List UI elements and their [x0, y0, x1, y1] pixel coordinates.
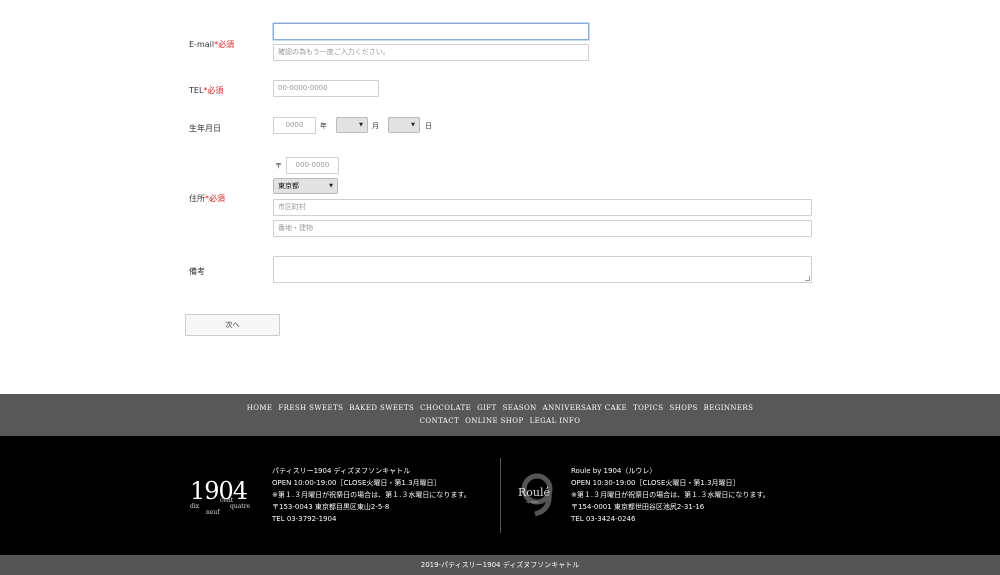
- shop2-info: Roule by 1904（ルウレ） OPEN 10:30-19:00［CLOS…: [571, 467, 770, 523]
- footer-shops: 1904 dix neuf cent quatre パティスリー1904 ディズ…: [0, 436, 1000, 555]
- footer-nav-link-beginners[interactable]: BEGINNERS: [704, 404, 754, 412]
- footer-nav-link-shops[interactable]: SHOPS: [670, 404, 698, 412]
- year-unit: 年: [320, 122, 327, 130]
- footer-nav: HOME FRESH SWEETS BAKED SWEETS CHOCOLATE GIF…: [0, 394, 1000, 436]
- chevron-down-icon: ▼: [411, 122, 415, 128]
- footer-nav-link-season[interactable]: SEASON: [503, 404, 537, 412]
- email-label: E-mail*必須: [189, 40, 235, 49]
- birth-year-input[interactable]: 0000: [273, 117, 316, 134]
- birth-month-select[interactable]: ▼: [336, 117, 368, 133]
- tel-label: TEL*必須: [189, 86, 224, 95]
- month-unit: 月: [372, 122, 379, 130]
- footer-nav-link-home[interactable]: HOME: [247, 404, 273, 412]
- footer-nav-link-legal-info[interactable]: LEGAL INFO: [530, 417, 581, 425]
- email-confirm-input[interactable]: 確認の為もう一度ご入力ください。: [273, 44, 589, 61]
- footer-nav-link-contact[interactable]: CONTACT: [420, 417, 459, 425]
- birth-day-select[interactable]: ▼: [388, 117, 420, 133]
- chevron-down-icon: ▼: [359, 122, 363, 128]
- footer-nav-link-gift[interactable]: GIFT: [477, 404, 496, 412]
- footer-nav-row-1: HOME FRESH SWEETS BAKED SWEETS CHOCOLATE GIF…: [0, 404, 1000, 412]
- note-textarea[interactable]: [273, 256, 812, 283]
- chevron-down-icon: ▼: [329, 183, 333, 189]
- footer-nav-row-2: CONTACT ONLINE SHOP LEGAL INFO: [0, 417, 1000, 425]
- resize-handle[interactable]: [805, 276, 810, 281]
- footer-nav-link-baked-sweets[interactable]: BAKED SWEETS: [349, 404, 414, 412]
- footer-divider: [500, 458, 501, 533]
- footer-nav-link-chocolate[interactable]: CHOCOLATE: [420, 404, 471, 412]
- footer-nav-link-online-shop[interactable]: ONLINE SHOP: [465, 417, 524, 425]
- postal-mark: 〒: [275, 162, 282, 170]
- shop2-logo: Roulé by 1904: [515, 472, 559, 517]
- next-button[interactable]: 次へ: [185, 314, 280, 336]
- city-input[interactable]: 市区町村: [273, 199, 812, 216]
- day-unit: 日: [425, 122, 432, 130]
- page: E-mail*必須 確認の為もう一度ご入力ください。 TEL*必須 00-000…: [0, 0, 1000, 575]
- note-label: 備考: [189, 267, 205, 276]
- street-input[interactable]: 番地・建物: [273, 220, 812, 237]
- footer-nav-link-fresh-sweets[interactable]: FRESH SWEETS: [278, 404, 343, 412]
- footer-nav-link-anniversary-cake[interactable]: ANNIVERSARY CAKE: [543, 404, 627, 412]
- birthday-label: 生年月日: [189, 124, 221, 133]
- tel-input[interactable]: 00-0000-0000: [273, 80, 379, 97]
- copyright: 2019-パティスリー1904 ディズヌフソンキャトル: [0, 555, 1000, 575]
- shop1-info: パティスリー1904 ディズヌフソンキャトル OPEN 10:00-19:00［…: [272, 467, 471, 523]
- footer-nav-link-topics[interactable]: TOPICS: [633, 404, 663, 412]
- address-label: 住所*必須: [189, 194, 225, 203]
- postal-code-input[interactable]: 000-0000: [286, 157, 339, 174]
- prefecture-select[interactable]: 東京都 ▼: [273, 178, 338, 194]
- shop1-logo: 1904 dix neuf cent quatre: [190, 477, 251, 516]
- email-input[interactable]: [273, 23, 589, 40]
